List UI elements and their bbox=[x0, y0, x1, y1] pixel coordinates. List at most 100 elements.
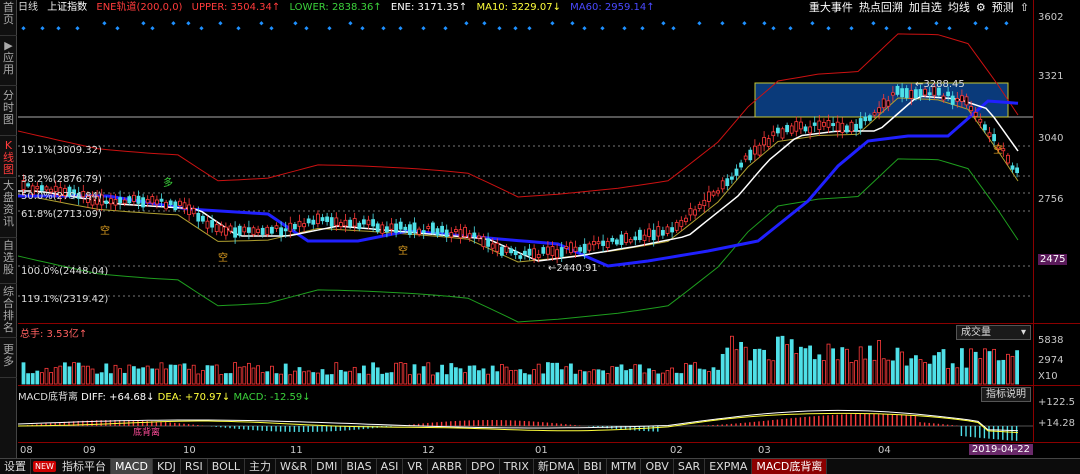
volume-selector[interactable]: 成交量 ▾ bbox=[956, 325, 1031, 340]
main-chart[interactable]: ←3288.45 ←2440.91 空空空空多 19.1%(3009.32) 38.… bbox=[17, 16, 1033, 323]
rail-market-news[interactable]: 大盘资讯 bbox=[0, 180, 17, 238]
menu-major-events[interactable]: 重大事件 bbox=[806, 0, 856, 16]
candle bbox=[987, 132, 992, 137]
tab-new-dma[interactable]: 新DMA bbox=[534, 459, 580, 474]
volume-bar bbox=[187, 368, 192, 385]
candle bbox=[251, 227, 256, 236]
volume-panel[interactable]: 总手: 3.53亿↑ 成交量 ▾ bbox=[18, 323, 1033, 385]
tab-expma[interactable]: EXPMA bbox=[705, 459, 753, 474]
volume-bar bbox=[762, 349, 766, 385]
volume-bar bbox=[435, 372, 440, 385]
rail-timeshare[interactable]: 分时图 bbox=[0, 90, 17, 136]
tab-boll[interactable]: BOLL bbox=[208, 459, 246, 474]
menu-ma[interactable]: 均线 bbox=[945, 0, 973, 16]
signal-dot bbox=[661, 21, 666, 26]
menu-hot-review[interactable]: 热点回溯 bbox=[856, 0, 906, 16]
signal-dot bbox=[742, 21, 747, 26]
volume-bar bbox=[58, 365, 63, 385]
volume-bar bbox=[955, 367, 960, 385]
volume-bar bbox=[283, 363, 288, 385]
macd-legend: MACD底背离 DIFF: +64.68↓ DEA: +70.97↓ MACD:… bbox=[18, 388, 311, 403]
volume-bar bbox=[720, 353, 725, 385]
rail-apps[interactable]: ▶ 应用 bbox=[0, 40, 17, 86]
volume-bar bbox=[978, 358, 983, 385]
candle bbox=[665, 226, 670, 234]
long-signal: 多 bbox=[163, 176, 173, 189]
candle bbox=[150, 196, 155, 204]
tab-macd[interactable]: MACD bbox=[110, 459, 153, 474]
tab-trix[interactable]: TRIX bbox=[500, 459, 534, 474]
candle bbox=[320, 217, 325, 222]
volume-bar bbox=[969, 348, 973, 385]
tab-indicator-platform[interactable]: 指标平台 bbox=[58, 459, 111, 474]
candle bbox=[292, 223, 297, 230]
volume-bar bbox=[67, 366, 72, 385]
signal-dot bbox=[464, 21, 469, 26]
indicator-help-button[interactable]: 指标说明 bbox=[981, 387, 1031, 402]
candle bbox=[702, 199, 707, 207]
rail-home[interactable]: 首页 bbox=[0, 2, 17, 36]
tab-bbi[interactable]: BBI bbox=[579, 459, 607, 474]
volume-bar bbox=[983, 348, 987, 385]
candle bbox=[132, 194, 136, 202]
tab-sar[interactable]: SAR bbox=[674, 459, 706, 474]
candle bbox=[863, 116, 868, 122]
rail-ranking[interactable]: 综合排名 bbox=[0, 286, 17, 338]
volume-bar bbox=[817, 354, 822, 385]
candle bbox=[430, 222, 435, 234]
candle bbox=[799, 121, 803, 130]
rail-more[interactable]: 更多 bbox=[0, 344, 17, 378]
tab-obv[interactable]: OBV bbox=[641, 459, 674, 474]
volume-bar bbox=[348, 370, 353, 385]
candle bbox=[509, 248, 514, 254]
candle bbox=[891, 92, 895, 96]
candle bbox=[352, 218, 357, 227]
candle bbox=[256, 228, 261, 233]
volume-bar bbox=[200, 370, 205, 385]
tab-mtm[interactable]: MTM bbox=[607, 459, 642, 474]
tab-settings[interactable]: 设置 bbox=[0, 459, 31, 474]
date-tick: 12 bbox=[422, 445, 435, 456]
tab-rsi[interactable]: RSI bbox=[181, 459, 208, 474]
menu-add-watchlist[interactable]: 加自选 bbox=[906, 0, 945, 16]
tab-asi[interactable]: ASI bbox=[377, 459, 404, 474]
volume-bar bbox=[651, 370, 656, 385]
settings-icon[interactable]: ⚙ bbox=[973, 0, 989, 16]
signal-dot bbox=[482, 21, 487, 26]
macd-panel[interactable]: MACD底背离 DIFF: +64.68↓ DEA: +70.97↓ MACD:… bbox=[17, 385, 1033, 442]
tab-bias[interactable]: BIAS bbox=[342, 459, 377, 474]
candle bbox=[757, 144, 762, 156]
tab-kdj[interactable]: KDJ bbox=[153, 459, 181, 474]
tab-arbr[interactable]: ARBR bbox=[428, 459, 467, 474]
volume-tick: 2974 bbox=[1038, 355, 1064, 366]
high-marker: ←3288.45 bbox=[915, 79, 965, 90]
collapse-up-icon[interactable]: ⇧ bbox=[1017, 0, 1032, 16]
volume-bar bbox=[63, 362, 67, 385]
volume-bar bbox=[642, 372, 647, 385]
candle bbox=[550, 246, 555, 256]
volume-bar bbox=[812, 359, 817, 385]
menu-forecast[interactable]: 预测 bbox=[989, 0, 1017, 16]
tab-macd-divergence[interactable]: MACD底背离 bbox=[752, 459, 828, 474]
signal-dot bbox=[293, 21, 298, 26]
tab-vr[interactable]: VR bbox=[403, 459, 428, 474]
ene-label[interactable]: ENE轨道(200,0,0) bbox=[96, 2, 182, 13]
tab-dmi[interactable]: DMI bbox=[312, 459, 343, 474]
volume-bar bbox=[923, 362, 927, 385]
period-label[interactable]: 日线 bbox=[18, 2, 38, 13]
candle bbox=[145, 198, 150, 204]
rail-watchlist[interactable]: 自选股 bbox=[0, 240, 17, 284]
volume-bar bbox=[49, 372, 54, 385]
volume-bar bbox=[173, 364, 178, 385]
macd-label[interactable]: MACD底背离 bbox=[18, 392, 78, 403]
ma10-value: MA10: 3229.07↓ bbox=[476, 2, 561, 13]
tab-dpo[interactable]: DPO bbox=[467, 459, 500, 474]
date-tick: 11 bbox=[290, 445, 303, 456]
volume-bar bbox=[403, 363, 408, 385]
tab-wr[interactable]: W&R bbox=[276, 459, 313, 474]
rail-kline[interactable]: K线图 bbox=[0, 140, 17, 178]
tab-main-force[interactable]: 主力 bbox=[245, 459, 277, 474]
volume-bar bbox=[569, 363, 573, 385]
signal-dot bbox=[984, 26, 989, 31]
candle bbox=[223, 226, 228, 236]
